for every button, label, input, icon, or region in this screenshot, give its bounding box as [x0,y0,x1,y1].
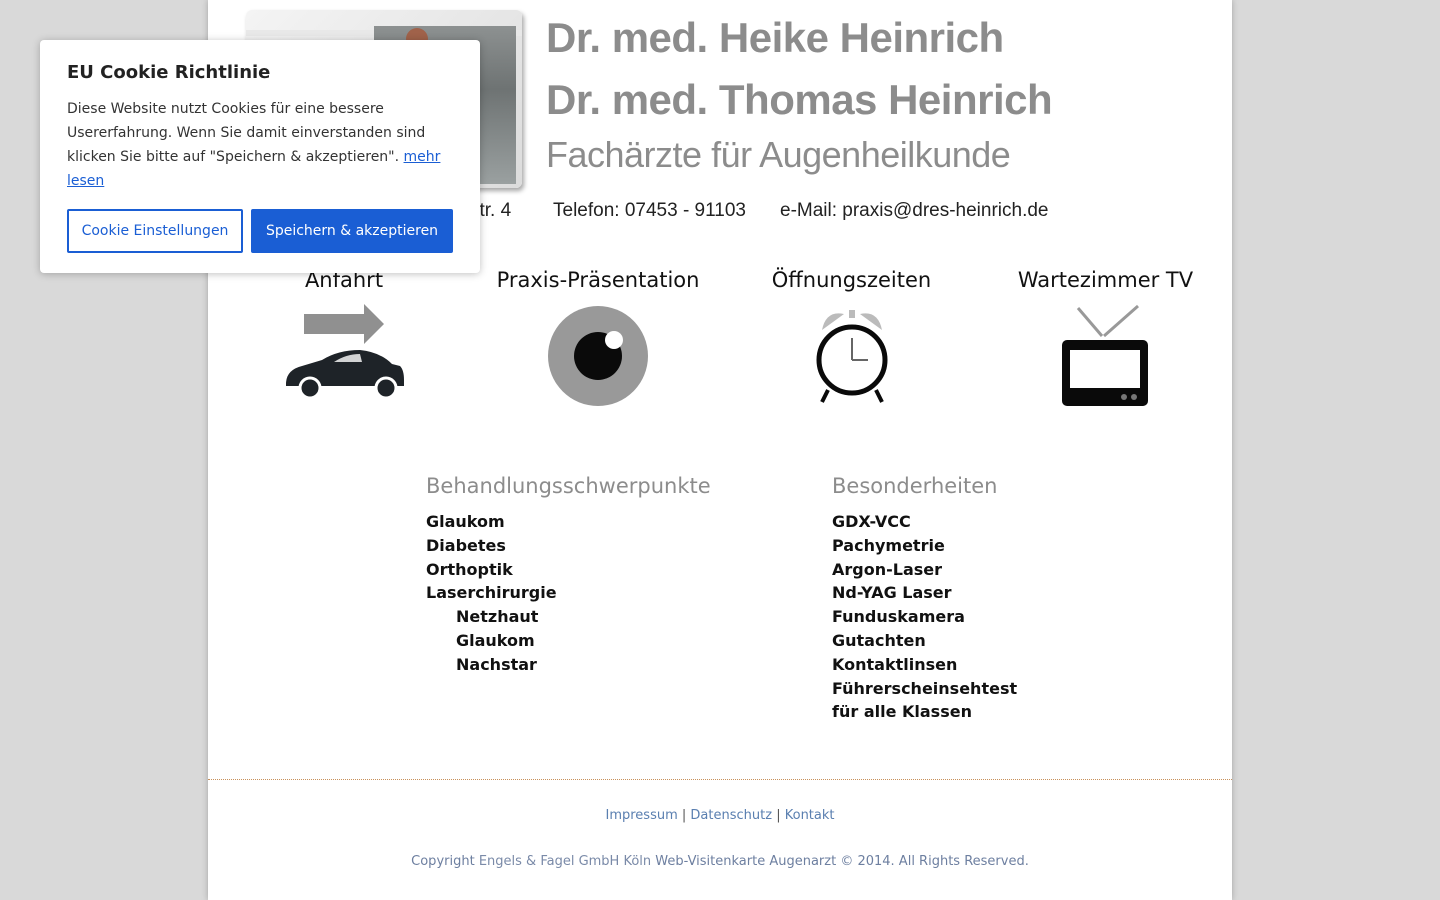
nav-tv-label: Wartezimmer TV [1017,268,1194,292]
doctor-name-1: Dr. med. Heike Heinrich [546,14,1004,61]
treatments-section: Behandlungsschwerpunkte Glaukom Diabetes… [426,474,711,677]
list-item: Orthoptik [426,559,513,579]
footer-separator: | [681,808,687,823]
list-item: Diabetes [426,535,506,555]
cookie-text: Diese Website nutzt Cookies für eine bes… [67,101,426,165]
car-arrow-icon [286,304,404,400]
phone-number: Telefon: 07453 - 91103 [553,200,746,221]
list-item: Laserchirurgie [426,583,557,603]
datenschutz-link[interactable]: Datenschutz [690,808,772,823]
footer-separator: | [776,808,781,823]
list-item: Funduskamera [832,607,965,627]
cookie-text-block: Diese Website nutzt Cookies für eine bes… [67,97,453,193]
accept-cookies-button[interactable]: Speichern & akzeptieren [251,209,453,253]
list-subitem: Netzhaut [456,607,539,627]
kontakt-link[interactable]: Kontakt [785,808,835,823]
nav-wartezimmer-tv[interactable]: Wartezimmer TV [1008,268,1203,408]
specials-section: Besonderheiten GDX-VCC Pachymetrie Argon… [832,474,1017,724]
list-item: Nd-YAG Laser [832,583,952,603]
eye-icon [548,306,648,406]
list-item: Gutachten [832,630,926,650]
company-link[interactable]: Engels & Fagel GmbH Köln [479,854,651,869]
doctor-name-2: Dr. med. Thomas Heinrich [546,76,1053,123]
nav-anfahrt[interactable]: Anfahrt [274,268,414,404]
nav-oeffnungszeiten-label: Öffnungszeiten [771,268,932,292]
list-subitem: Glaukom [456,630,535,650]
impressum-link[interactable]: Impressum [605,808,677,823]
treatments-list: Glaukom Diabetes Orthoptik Laserchirurgi… [426,510,711,677]
footer-divider [208,779,1232,780]
footer-links: Impressum | Datenschutz | Kontakt [208,808,1232,823]
list-item: Kontaktlinsen [832,654,958,674]
treatments-heading: Behandlungsschwerpunkte [426,474,711,498]
list-item: Argon-Laser [832,559,943,579]
nav-praxis-label: Praxis-Präsentation [496,268,700,292]
copyright: Copyright Engels & Fagel GmbH Köln Web-V… [208,854,1232,869]
specialty-title: Fachärzte für Augenheilkunde [546,134,1011,175]
nav-praxis-praesentation[interactable]: Praxis-Präsentation [488,268,708,408]
list-subitem: Nachstar [456,654,537,674]
specials-list: GDX-VCC Pachymetrie Argon-Laser Nd-YAG L… [832,510,1017,724]
specials-heading: Besonderheiten [832,474,998,498]
tv-icon [1061,304,1148,406]
email-address: e-Mail: praxis@dres-heinrich.de [780,200,1049,221]
alarm-clock-icon [816,310,887,403]
list-item: Glaukom [426,512,505,531]
list-item: für alle Klassen [832,702,972,722]
copyright-prefix: Copyright [411,854,475,869]
list-item: Führerscheinsehtest [832,678,1018,698]
copyright-suffix: Web-Visitenkarte Augenarzt © 2014. All R… [655,854,1029,869]
list-item: GDX-VCC [832,512,911,531]
cookie-consent-dialog: EU Cookie Richtlinie Diese Website nutzt… [40,40,480,273]
cookie-settings-button[interactable]: Cookie Einstellungen [67,209,243,253]
nav-oeffnungszeiten[interactable]: Öffnungszeiten [758,268,945,408]
cookie-title: EU Cookie Richtlinie [67,62,271,83]
list-item: Pachymetrie [832,535,945,555]
